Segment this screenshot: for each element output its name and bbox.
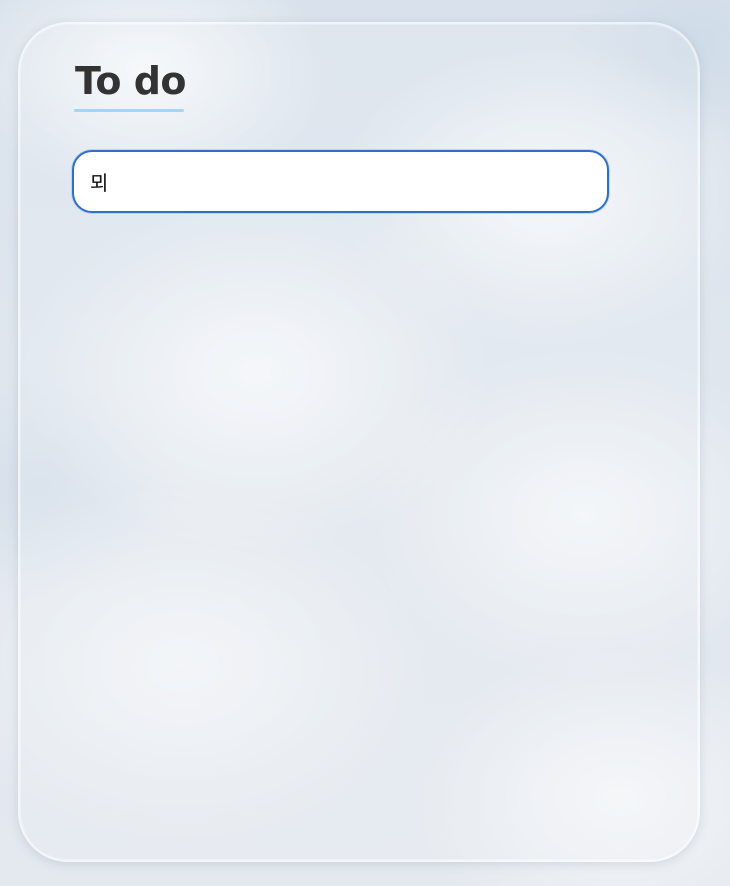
page-title: To do [75,59,187,103]
title-underline [74,109,184,112]
todo-card: To do [18,22,700,862]
todo-input[interactable] [72,150,609,213]
